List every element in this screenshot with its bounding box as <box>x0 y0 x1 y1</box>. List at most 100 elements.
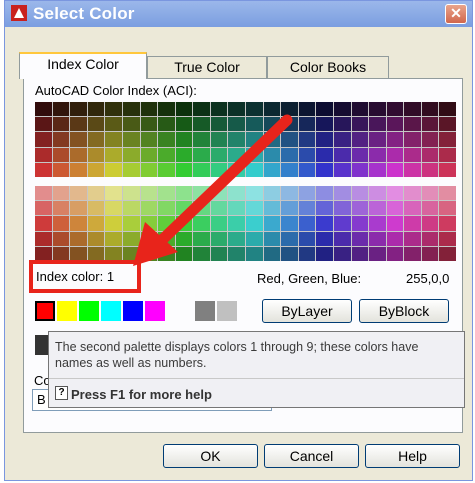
aci-color-cell[interactable] <box>87 117 105 132</box>
aci-color-cell[interactable] <box>193 162 210 177</box>
aci-palette-top[interactable] <box>35 102 456 177</box>
aci-color-cell[interactable] <box>386 201 404 216</box>
aci-color-cell[interactable] <box>298 162 316 177</box>
aci-color-cell[interactable] <box>386 147 404 162</box>
aci-color-cell[interactable] <box>210 132 228 147</box>
aci-color-cell[interactable] <box>404 231 421 246</box>
aci-color-cell[interactable] <box>158 132 175 147</box>
aci-color-cell[interactable] <box>281 186 298 201</box>
aci-color-cell[interactable] <box>281 117 298 132</box>
aci-color-cell[interactable] <box>35 216 52 231</box>
aci-color-cell[interactable] <box>333 162 351 177</box>
aci-color-cell[interactable] <box>351 216 369 231</box>
aci-color-cell[interactable] <box>87 231 105 246</box>
aci-color-cell[interactable] <box>175 216 193 231</box>
aci-color-cell[interactable] <box>70 186 87 201</box>
aci-color-cell[interactable] <box>175 246 193 261</box>
aci-color-cell[interactable] <box>70 132 87 147</box>
aci-color-cell[interactable] <box>140 162 158 177</box>
aci-color-cell[interactable] <box>404 201 421 216</box>
aci-color-cell[interactable] <box>228 147 245 162</box>
aci-color-cell[interactable] <box>421 186 439 201</box>
aci-color-cell[interactable] <box>228 216 245 231</box>
aci-color-cell[interactable] <box>52 102 70 117</box>
aci-color-cell[interactable] <box>281 216 298 231</box>
aci-color-cell[interactable] <box>333 216 351 231</box>
aci-color-cell[interactable] <box>439 246 456 261</box>
aci-color-cell[interactable] <box>87 132 105 147</box>
aci-color-cell[interactable] <box>316 246 333 261</box>
aci-color-cell[interactable] <box>263 147 281 162</box>
aci-color-cell[interactable] <box>140 117 158 132</box>
aci-color-cell[interactable] <box>35 186 52 201</box>
aci-color-cell[interactable] <box>404 186 421 201</box>
aci-color-cell[interactable] <box>246 147 263 162</box>
tab-index-color[interactable]: Index Color <box>19 52 147 79</box>
aci-color-cell[interactable] <box>35 102 52 117</box>
aci-color-cell[interactable] <box>246 186 263 201</box>
aci-color-cell[interactable] <box>263 231 281 246</box>
aci-color-cell[interactable] <box>52 216 70 231</box>
aci-color-cell[interactable] <box>140 216 158 231</box>
aci-color-cell[interactable] <box>281 102 298 117</box>
aci-color-cell[interactable] <box>351 132 369 147</box>
aci-color-cell[interactable] <box>228 132 245 147</box>
aci-color-cell[interactable] <box>87 246 105 261</box>
aci-color-cell[interactable] <box>158 231 175 246</box>
aci-color-cell[interactable] <box>35 117 52 132</box>
aci-color-cell[interactable] <box>246 117 263 132</box>
aci-color-cell[interactable] <box>263 201 281 216</box>
aci-color-cell[interactable] <box>351 246 369 261</box>
aci-color-cell[interactable] <box>175 162 193 177</box>
aci-color-cell[interactable] <box>122 117 140 132</box>
aci-color-cell[interactable] <box>70 147 87 162</box>
aci-color-cell[interactable] <box>87 186 105 201</box>
aci-color-cell[interactable] <box>70 201 87 216</box>
aci-color-cell[interactable] <box>316 231 333 246</box>
color-swatch-blue[interactable] <box>123 301 143 321</box>
aci-color-cell[interactable] <box>210 246 228 261</box>
aci-color-cell[interactable] <box>175 102 193 117</box>
aci-color-cell[interactable] <box>351 117 369 132</box>
aci-color-cell[interactable] <box>369 102 386 117</box>
aci-color-cell[interactable] <box>35 147 52 162</box>
aci-color-cell[interactable] <box>52 132 70 147</box>
aci-color-cell[interactable] <box>439 186 456 201</box>
aci-color-cell[interactable] <box>351 147 369 162</box>
aci-color-cell[interactable] <box>404 147 421 162</box>
aci-color-cell[interactable] <box>316 132 333 147</box>
aci-color-cell[interactable] <box>70 216 87 231</box>
aci-color-cell[interactable] <box>122 201 140 216</box>
aci-color-cell[interactable] <box>316 162 333 177</box>
aci-color-cell[interactable] <box>439 201 456 216</box>
aci-color-cell[interactable] <box>281 246 298 261</box>
aci-color-cell[interactable] <box>369 201 386 216</box>
aci-color-cell[interactable] <box>263 102 281 117</box>
aci-color-cell[interactable] <box>421 231 439 246</box>
help-button[interactable]: Help <box>365 444 460 468</box>
aci-color-cell[interactable] <box>175 147 193 162</box>
aci-color-cell[interactable] <box>210 201 228 216</box>
aci-color-cell[interactable] <box>281 162 298 177</box>
aci-color-cell[interactable] <box>333 117 351 132</box>
aci-color-cell[interactable] <box>351 231 369 246</box>
aci-color-cell[interactable] <box>70 231 87 246</box>
aci-color-cell[interactable] <box>316 102 333 117</box>
aci-color-cell[interactable] <box>263 117 281 132</box>
aci-color-cell[interactable] <box>87 102 105 117</box>
aci-color-cell[interactable] <box>158 162 175 177</box>
aci-color-cell[interactable] <box>193 231 210 246</box>
aci-color-cell[interactable] <box>369 147 386 162</box>
aci-color-cell[interactable] <box>421 246 439 261</box>
aci-color-cell[interactable] <box>421 162 439 177</box>
aci-color-cell[interactable] <box>35 201 52 216</box>
aci-color-cell[interactable] <box>333 231 351 246</box>
aci-color-cell[interactable] <box>122 147 140 162</box>
aci-color-cell[interactable] <box>439 147 456 162</box>
aci-color-cell[interactable] <box>140 147 158 162</box>
aci-color-cell[interactable] <box>35 162 52 177</box>
color-swatch-yellow[interactable] <box>57 301 77 321</box>
aci-color-cell[interactable] <box>386 162 404 177</box>
aci-color-cell[interactable] <box>228 246 245 261</box>
aci-color-cell[interactable] <box>333 102 351 117</box>
